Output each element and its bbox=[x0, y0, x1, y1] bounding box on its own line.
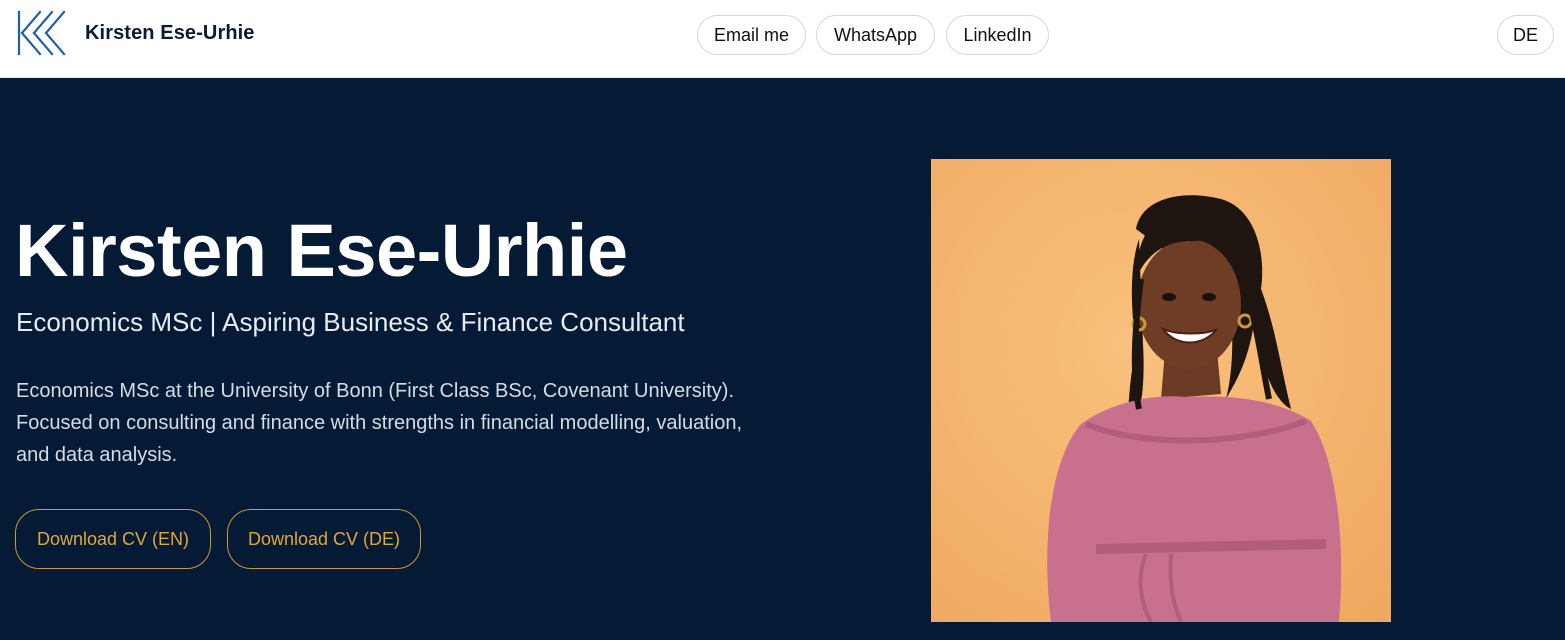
hero-title: Kirsten Ese-Urhie bbox=[15, 209, 628, 292]
profile-photo bbox=[931, 159, 1391, 622]
whatsapp-link[interactable]: WhatsApp bbox=[816, 15, 935, 55]
kes-monogram-icon[interactable] bbox=[16, 10, 70, 56]
profile-photo-illustration bbox=[931, 159, 1391, 622]
brand-name[interactable]: Kirsten Ese-Urhie bbox=[85, 22, 255, 45]
hero-section: Kirsten Ese-Urhie Economics MSc | Aspiri… bbox=[0, 78, 1565, 640]
top-navigation-bar: Kirsten Ese-Urhie Email me WhatsApp Link… bbox=[0, 0, 1565, 78]
hero-description: Economics MSc at the University of Bonn … bbox=[16, 380, 742, 466]
hero-subtitle: Economics MSc | Aspiring Business & Fina… bbox=[16, 307, 685, 337]
language-toggle-button[interactable]: DE bbox=[1497, 15, 1554, 55]
email-me-link[interactable]: Email me bbox=[697, 15, 806, 55]
download-cv-en-button[interactable]: Download CV (EN) bbox=[15, 509, 211, 569]
linkedin-link[interactable]: LinkedIn bbox=[946, 15, 1049, 55]
download-cv-de-button[interactable]: Download CV (DE) bbox=[227, 509, 421, 569]
